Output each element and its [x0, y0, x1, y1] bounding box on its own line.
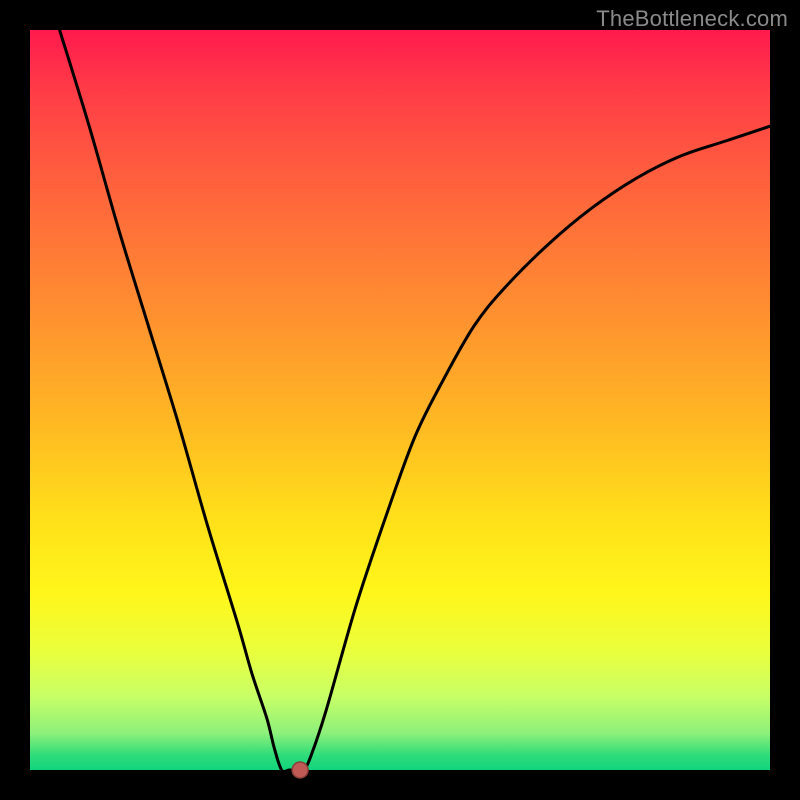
curve-svg — [30, 30, 770, 770]
watermark-text: TheBottleneck.com — [596, 6, 788, 32]
plot-area — [30, 30, 770, 770]
bottleneck-curve — [60, 30, 770, 772]
minimum-marker — [292, 762, 308, 778]
chart-frame: TheBottleneck.com — [0, 0, 800, 800]
